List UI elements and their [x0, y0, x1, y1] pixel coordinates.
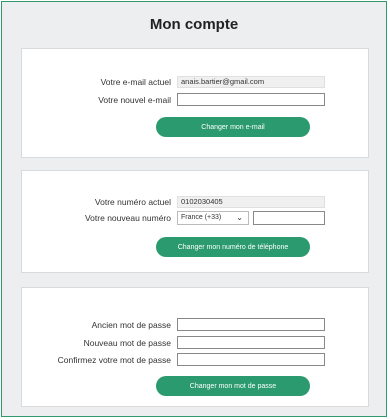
- new-phone-field[interactable]: [253, 211, 325, 225]
- new-email-field[interactable]: [177, 93, 325, 106]
- old-password-label: Ancien mot de passe: [91, 320, 171, 330]
- account-frame: Mon compte Votre e-mail actuel anais.bar…: [1, 1, 387, 417]
- new-email-row: Votre nouvel e-mail: [22, 93, 368, 107]
- current-phone-label: Votre numéro actuel: [94, 197, 171, 207]
- current-email-value: anais.bartier@gmail.com: [177, 76, 325, 88]
- country-code-select[interactable]: France (+33) ⌄: [177, 211, 249, 225]
- confirm-password-row: Confirmez votre mot de passe: [22, 353, 368, 367]
- chevron-down-icon: ⌄: [236, 213, 243, 222]
- new-password-label: Nouveau mot de passe: [83, 338, 171, 348]
- current-email-row: Votre e-mail actuel anais.bartier@gmail.…: [22, 75, 368, 89]
- email-card: Votre e-mail actuel anais.bartier@gmail.…: [21, 48, 369, 158]
- new-phone-row: Votre nouveau numéro France (+33) ⌄: [22, 211, 368, 225]
- phone-card: Votre numéro actuel 0102030405 Votre nou…: [21, 170, 369, 273]
- current-phone-value: 0102030405: [177, 196, 325, 208]
- confirm-password-field[interactable]: [177, 353, 325, 366]
- old-password-row: Ancien mot de passe: [22, 318, 368, 332]
- change-phone-button[interactable]: Changer mon numéro de téléphone: [156, 237, 310, 257]
- new-phone-label: Votre nouveau numéro: [84, 213, 171, 223]
- confirm-password-label: Confirmez votre mot de passe: [57, 355, 171, 365]
- change-password-button[interactable]: Changer mon mot de passe: [156, 376, 310, 396]
- new-password-field[interactable]: [177, 336, 325, 349]
- page-title: Mon compte: [149, 16, 239, 33]
- country-code-value: France (+33): [181, 214, 222, 221]
- password-card: Ancien mot de passe Nouveau mot de passe…: [21, 287, 369, 407]
- new-email-label: Votre nouvel e-mail: [98, 95, 171, 105]
- current-email-label: Votre e-mail actuel: [100, 77, 171, 87]
- new-password-row: Nouveau mot de passe: [22, 336, 368, 350]
- current-phone-row: Votre numéro actuel 0102030405: [22, 195, 368, 209]
- old-password-field[interactable]: [177, 318, 325, 331]
- change-email-button[interactable]: Changer mon e-mail: [156, 117, 310, 137]
